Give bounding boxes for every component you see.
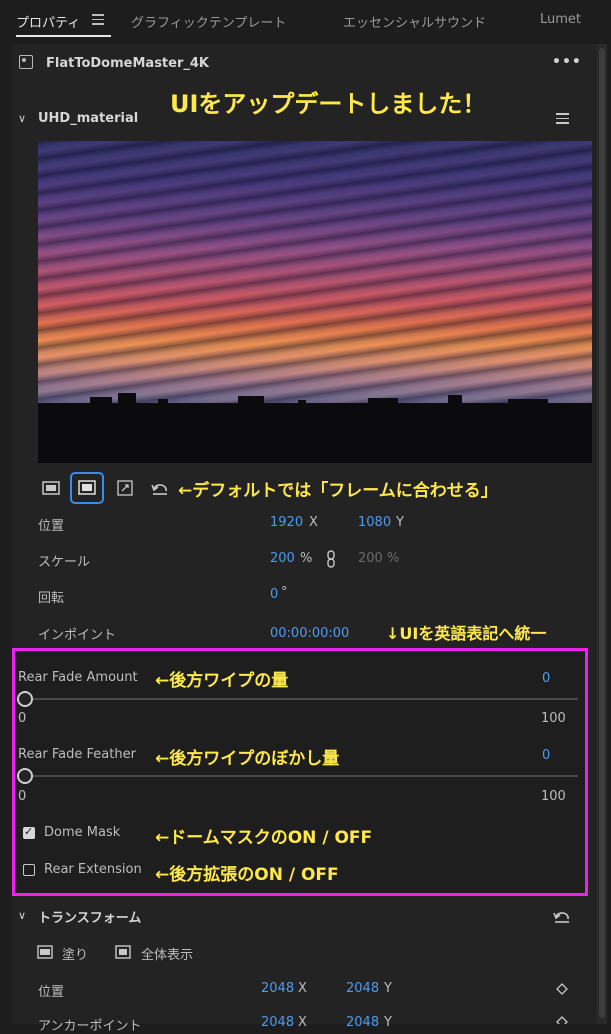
- link-icon[interactable]: [325, 550, 337, 568]
- scale-label: スケール: [38, 555, 91, 570]
- transform-anchor-label: アンカーポイント: [38, 1019, 142, 1034]
- transform-anchor-x[interactable]: 2048: [261, 1015, 294, 1030]
- transform-anchor-x-unit: X: [298, 1015, 307, 1030]
- tab-properties[interactable]: プロパティ: [16, 12, 80, 31]
- rear-fade-feather-track[interactable]: [24, 775, 578, 777]
- transform-section-title[interactable]: トランスフォーム: [38, 907, 141, 926]
- fit-frame-icon: [78, 480, 96, 495]
- keyframe-icon[interactable]: [556, 983, 568, 995]
- transform-position-y[interactable]: 2048: [346, 981, 379, 996]
- custom-controls-highlight: [12, 648, 588, 896]
- scrollbar-thumb[interactable]: [599, 48, 605, 1018]
- clip-name: FlatToDomeMaster_4K: [46, 56, 209, 71]
- clip-icon: [19, 55, 33, 69]
- section-title-uhd[interactable]: UHD_material: [38, 111, 138, 126]
- headline-annotation: UIをアップデートしました！: [170, 90, 487, 118]
- scale-to-frame-icon[interactable]: [116, 479, 134, 497]
- rear-fade-amount-label: Rear Fade Amount: [18, 670, 138, 685]
- section-menu-icon[interactable]: [556, 113, 569, 124]
- transform-position-label: 位置: [38, 985, 65, 1000]
- transform-chevron-icon[interactable]: ∨: [18, 909, 26, 922]
- rear-extension-checkbox[interactable]: [23, 864, 35, 876]
- transform-anchor-y-unit: Y: [384, 1015, 392, 1030]
- dome-mask-label: Dome Mask: [44, 825, 121, 840]
- transform-reset-icon[interactable]: [552, 907, 572, 925]
- scale-height-value: 200: [358, 551, 383, 566]
- tab-menu-icon[interactable]: [92, 14, 104, 25]
- position-x-unit: X: [309, 515, 318, 530]
- more-options-icon[interactable]: •••: [552, 54, 582, 70]
- rear-fade-feather-knob[interactable]: [17, 768, 33, 784]
- fit-annotation: ←デフォルトでは「フレームに合わせる」: [178, 481, 498, 501]
- fit-all-label[interactable]: 全体表示: [141, 944, 193, 963]
- scale-unit: %: [300, 551, 313, 566]
- rear-fade-feather-annotation: ←後方ワイプのぼかし量: [155, 749, 340, 769]
- reset-icon[interactable]: [150, 479, 170, 497]
- fill-frame-icon[interactable]: [42, 480, 60, 496]
- section-chevron-icon[interactable]: ∨: [18, 112, 26, 125]
- fill-label[interactable]: 塗り: [62, 944, 88, 963]
- panel-tab-bar: プロパティ グラフィックテンプレート エッセンシャルサウンド Lumet: [0, 0, 611, 44]
- rear-fade-feather-value[interactable]: 0: [542, 748, 550, 763]
- scale-value[interactable]: 200: [270, 551, 295, 566]
- scale-height-unit: %: [387, 551, 400, 566]
- tab-essential-sound[interactable]: エッセンシャルサウンド: [343, 12, 486, 31]
- transform-position-x-unit: X: [298, 981, 307, 996]
- tab-graphic-templates[interactable]: グラフィックテンプレート: [131, 12, 286, 31]
- inpoint-value[interactable]: 00:00:00:00: [270, 626, 349, 641]
- anchor-keyframe-icon[interactable]: [556, 1016, 568, 1024]
- transform-anchor-y[interactable]: 2048: [346, 1015, 379, 1030]
- rotation-label: 回転: [38, 591, 65, 606]
- position-y-unit: Y: [396, 515, 404, 530]
- fit-frame-button[interactable]: [70, 472, 104, 504]
- rear-fade-amount-value[interactable]: 0: [542, 671, 550, 686]
- rear-fade-feather-max: 100: [541, 789, 566, 804]
- rear-fade-feather-min: 0: [18, 789, 27, 804]
- position-label: 位置: [38, 519, 65, 534]
- active-tab-indicator: [16, 35, 111, 37]
- rear-fade-amount-annotation: ←後方ワイプの量: [155, 671, 289, 691]
- preview-image: [38, 141, 592, 463]
- position-y-value[interactable]: 1080: [358, 515, 391, 530]
- rotation-value[interactable]: 0: [270, 587, 278, 602]
- unify-annotation: ↓UIを英語表記へ統一: [386, 624, 547, 643]
- dome-mask-annotation: ←ドームマスクのON / OFF: [155, 828, 373, 848]
- inpoint-label: インポイント: [38, 628, 117, 643]
- rotation-unit: °: [281, 585, 288, 600]
- tab-lumetri[interactable]: Lumet: [540, 12, 581, 27]
- transform-position-y-unit: Y: [384, 981, 392, 996]
- rear-fade-amount-min: 0: [18, 711, 27, 726]
- rear-extension-label: Rear Extension: [44, 862, 142, 877]
- fill-icon[interactable]: [37, 945, 53, 959]
- fit-all-icon[interactable]: [115, 945, 131, 959]
- transform-position-x[interactable]: 2048: [261, 981, 294, 996]
- rear-fade-amount-knob[interactable]: [17, 691, 33, 707]
- rear-fade-feather-label: Rear Fade Feather: [18, 747, 136, 762]
- rear-fade-amount-max: 100: [541, 711, 566, 726]
- position-x-value[interactable]: 1920: [270, 515, 303, 530]
- dome-mask-checkbox[interactable]: [23, 825, 35, 839]
- rear-extension-annotation: ←後方拡張のON / OFF: [155, 865, 339, 885]
- rear-fade-amount-track[interactable]: [24, 698, 578, 700]
